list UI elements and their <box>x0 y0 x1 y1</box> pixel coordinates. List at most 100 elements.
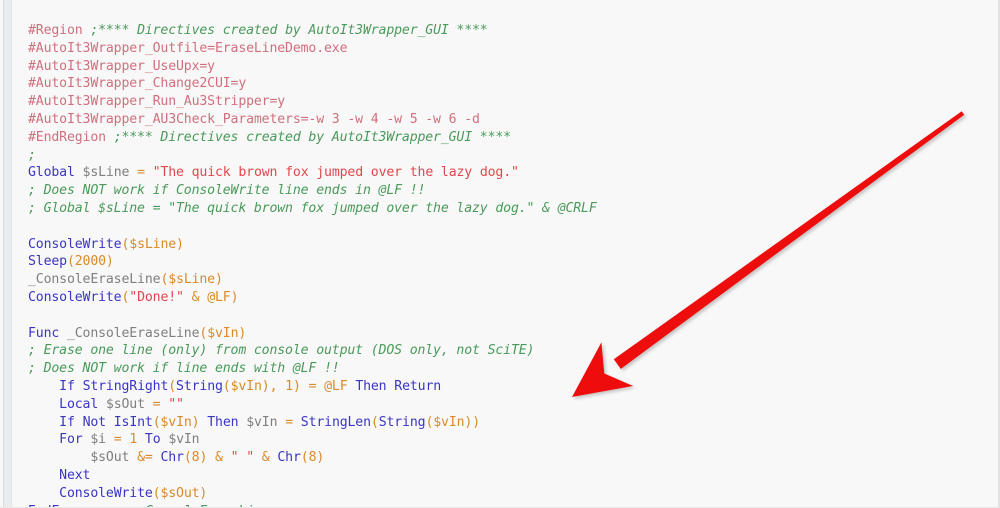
editor-gutter <box>3 0 12 507</box>
code-token: #Region <box>28 23 91 38</box>
code-token: ) <box>316 450 325 466</box>
code-token: ) <box>214 272 223 288</box>
code-token: & <box>261 450 270 466</box>
code-token: _ConsoleEraseLine <box>66 325 200 341</box>
code-line: #AutoIt3Wrapper_AU3Check_Parameters=-w 3… <box>28 111 988 129</box>
code-token: ConsoleWrite <box>28 289 122 305</box>
code-token: ( <box>66 254 75 270</box>
code-token: $vIn <box>207 325 239 341</box>
code-token: " " <box>230 450 255 466</box>
code-token: = <box>137 165 145 181</box>
code-token: #EndRegion <box>28 129 114 145</box>
code-token: @LF <box>324 378 348 394</box>
code-token: ;==>_ConsoleEraseLine <box>106 504 270 507</box>
code-token: @LF <box>207 289 231 305</box>
code-token: ) <box>292 378 301 394</box>
code-token: $vIn <box>230 378 262 394</box>
code-token: ConsoleWrite <box>28 236 122 252</box>
code-token: Then <box>207 414 239 430</box>
code-token: ; Does NOT work if ConsoleWrite line end… <box>28 183 426 199</box>
code-line: Next <box>28 467 988 485</box>
code-token: If <box>59 414 75 430</box>
code-token: ( <box>222 378 231 394</box>
code-line: If Not IsInt($vIn) Then $vIn = StringLen… <box>28 414 988 432</box>
code-token: ; <box>28 147 36 163</box>
code-token: "Done!" <box>129 289 184 305</box>
code-line: Local $sOut = "" <box>28 396 988 414</box>
code-token: Return <box>394 378 442 394</box>
code-line: ; <box>28 147 988 165</box>
code-line: Global $sLine = "The quick brown fox jum… <box>28 164 988 182</box>
code-token: ; Does NOT work if line ends with @LF !! <box>28 361 340 377</box>
code-line: If StringRight(String($vIn), 1) = @LF Th… <box>28 378 988 396</box>
code-token: ( <box>168 378 177 394</box>
code-token: ;**** Directives created by AutoIt3Wrapp… <box>90 23 488 38</box>
code-line: ConsoleWrite($sOut) <box>28 485 988 503</box>
code-token: #AutoIt3Wrapper_Run_Au3Stripper=y <box>28 94 286 110</box>
code-token: )) <box>464 414 480 430</box>
code-token: For <box>59 432 83 448</box>
code-line: Sleep(2000) <box>28 253 988 271</box>
code-token: ) <box>199 485 208 501</box>
code-token: $vIn <box>160 414 192 430</box>
code-token: Chr <box>160 450 184 466</box>
code-token: #AutoIt3Wrapper_Change2CUI=y <box>28 76 247 92</box>
code-token: _ConsoleEraseLine <box>28 272 161 288</box>
code-token: If <box>59 378 75 394</box>
code-line: ConsoleWrite($sLine) <box>28 236 988 254</box>
code-token: $sLine <box>82 165 130 181</box>
code-token: ) <box>261 378 270 394</box>
code-token: 1 <box>129 432 138 448</box>
code-token: ) <box>230 289 239 305</box>
code-line: For $i = 1 To $vIn <box>28 431 988 449</box>
code-token: Sleep <box>28 254 67 270</box>
code-block[interactable]: #Region ;**** Directives created by Auto… <box>28 22 988 507</box>
code-line: #AutoIt3Wrapper_UseUpx=y <box>28 58 988 76</box>
code-token: $vIn <box>168 432 200 448</box>
code-token: ;**** Directives created by AutoIt3Wrapp… <box>113 129 511 145</box>
code-line: #Region ;**** Directives created by Auto… <box>28 22 988 40</box>
code-line: ; Does NOT work if line ends with @LF !! <box>28 360 988 378</box>
code-token: Chr <box>277 450 301 466</box>
code-token: Global <box>28 165 75 181</box>
code-token: 2000 <box>74 254 106 270</box>
code-line: #AutoIt3Wrapper_Change2CUI=y <box>28 75 988 93</box>
code-token: = <box>285 414 293 430</box>
code-token: ( <box>300 450 309 466</box>
code-snippet-screenshot: #Region ;**** Directives created by Auto… <box>0 0 1000 508</box>
code-token: Next <box>59 467 91 483</box>
code-token: ; Erase one line (only) from console out… <box>28 343 535 359</box>
code-line: Func _ConsoleEraseLine($vIn) <box>28 325 988 343</box>
code-token: "" <box>168 396 184 412</box>
code-token: $vIn <box>246 414 278 430</box>
code-token: ) <box>238 325 247 341</box>
code-token: #AutoIt3Wrapper_AU3Check_Parameters=-w 3… <box>28 111 480 127</box>
code-line: #AutoIt3Wrapper_Run_Au3Stripper=y <box>28 93 988 111</box>
code-token: &= <box>137 450 153 466</box>
code-token: ( <box>370 414 379 430</box>
